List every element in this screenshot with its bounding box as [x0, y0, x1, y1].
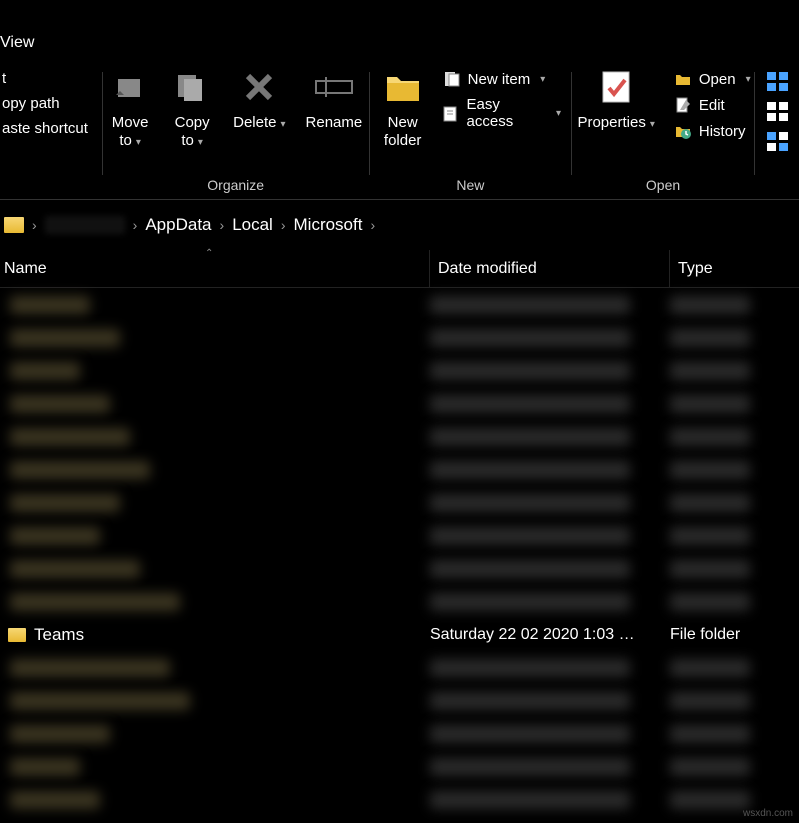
list-item[interactable]: [0, 519, 799, 552]
chevron-right-icon[interactable]: ›: [218, 217, 227, 233]
list-item[interactable]: [0, 486, 799, 519]
properties-icon: [595, 66, 637, 108]
list-item[interactable]: [0, 783, 799, 816]
column-headers: ⌃ Name Date modified Type: [0, 250, 799, 288]
delete-label: Delete: [233, 114, 285, 132]
ribbon: t opy path aste shortcut Move to: [0, 58, 799, 200]
invert-selection-icon[interactable]: [767, 132, 789, 152]
paste-shortcut-button[interactable]: aste shortcut: [0, 116, 90, 141]
delete-button[interactable]: Delete: [223, 66, 295, 132]
list-item[interactable]: [0, 420, 799, 453]
new-item-button[interactable]: New item: [440, 66, 563, 92]
easy-access-label: Easy access: [467, 96, 546, 130]
list-item[interactable]: [0, 585, 799, 618]
edit-button[interactable]: Edit: [671, 92, 753, 118]
rename-icon: [313, 66, 355, 108]
list-item[interactable]: [0, 552, 799, 585]
easy-access-icon: [442, 104, 461, 122]
new-folder-label: New folder: [384, 114, 422, 150]
new-group-label: New: [456, 177, 484, 199]
edit-label: Edit: [699, 97, 725, 114]
select-none-icon[interactable]: [767, 102, 789, 122]
folder-icon: [4, 217, 24, 233]
paste-shortcut-label: aste shortcut: [2, 120, 88, 137]
watermark: wsxdn.com: [743, 808, 793, 819]
breadcrumb-item-appdata[interactable]: AppData: [145, 215, 211, 235]
copy-to-icon: [171, 66, 213, 108]
cut-button[interactable]: t: [0, 66, 90, 91]
copy-to-button[interactable]: Copy to: [161, 66, 223, 150]
copy-path-button[interactable]: opy path: [0, 91, 90, 116]
breadcrumb-item-redacted[interactable]: [45, 216, 125, 234]
select-all-icon[interactable]: [767, 72, 789, 92]
delete-icon: [238, 66, 280, 108]
chevron-right-icon[interactable]: ›: [279, 217, 288, 233]
item-type: File folder: [670, 626, 799, 644]
tab-bar: View: [0, 0, 799, 58]
list-item[interactable]: [0, 288, 799, 321]
open-button[interactable]: Open: [671, 66, 753, 92]
sort-ascending-icon: ⌃: [205, 248, 213, 259]
breadcrumb[interactable]: › › AppData › Local › Microsoft ›: [0, 200, 799, 250]
move-to-label: Move to: [112, 114, 149, 150]
history-icon: [673, 122, 693, 140]
item-date: Saturday 22 02 2020 1:03 …: [430, 626, 670, 644]
list-item[interactable]: [0, 717, 799, 750]
list-item-teams[interactable]: Teams Saturday 22 02 2020 1:03 … File fo…: [0, 618, 799, 651]
move-to-button[interactable]: Move to: [99, 66, 161, 150]
cut-label: t: [2, 70, 6, 87]
open-icon: [673, 70, 693, 88]
new-item-label: New item: [468, 71, 531, 88]
history-button[interactable]: History: [671, 118, 753, 144]
properties-label: Properties: [577, 114, 654, 132]
new-folder-icon: [382, 66, 424, 108]
column-header-date[interactable]: Date modified: [430, 250, 670, 287]
list-item[interactable]: [0, 651, 799, 684]
edit-icon: [673, 96, 693, 114]
copy-path-label: opy path: [2, 95, 60, 112]
file-list: Teams Saturday 22 02 2020 1:03 … File fo…: [0, 288, 799, 816]
breadcrumb-item-local[interactable]: Local: [232, 215, 273, 235]
list-item[interactable]: [0, 684, 799, 717]
chevron-right-icon[interactable]: ›: [368, 217, 377, 233]
open-label: Open: [699, 71, 736, 88]
item-name: Teams: [34, 625, 84, 645]
history-label: History: [699, 123, 746, 140]
list-item[interactable]: [0, 387, 799, 420]
tab-view[interactable]: View: [0, 28, 44, 58]
breadcrumb-item-microsoft[interactable]: Microsoft: [294, 215, 363, 235]
new-folder-button[interactable]: New folder: [372, 66, 434, 150]
chevron-right-icon[interactable]: ›: [30, 217, 39, 233]
column-header-name[interactable]: Name: [0, 250, 430, 287]
list-item[interactable]: [0, 354, 799, 387]
open-group-label: Open: [646, 177, 680, 199]
chevron-right-icon[interactable]: ›: [131, 217, 140, 233]
list-item[interactable]: [0, 750, 799, 783]
easy-access-button[interactable]: Easy access: [440, 92, 563, 134]
organize-group-label: Organize: [207, 177, 264, 199]
move-to-icon: [109, 66, 151, 108]
folder-icon: [8, 628, 26, 642]
new-item-icon: [442, 70, 462, 88]
list-item[interactable]: [0, 453, 799, 486]
rename-label: Rename: [306, 114, 363, 132]
copy-to-label: Copy to: [175, 114, 210, 150]
rename-button[interactable]: Rename: [296, 66, 373, 132]
list-item[interactable]: [0, 321, 799, 354]
properties-button[interactable]: Properties: [567, 66, 664, 132]
column-header-type[interactable]: Type: [670, 250, 799, 287]
